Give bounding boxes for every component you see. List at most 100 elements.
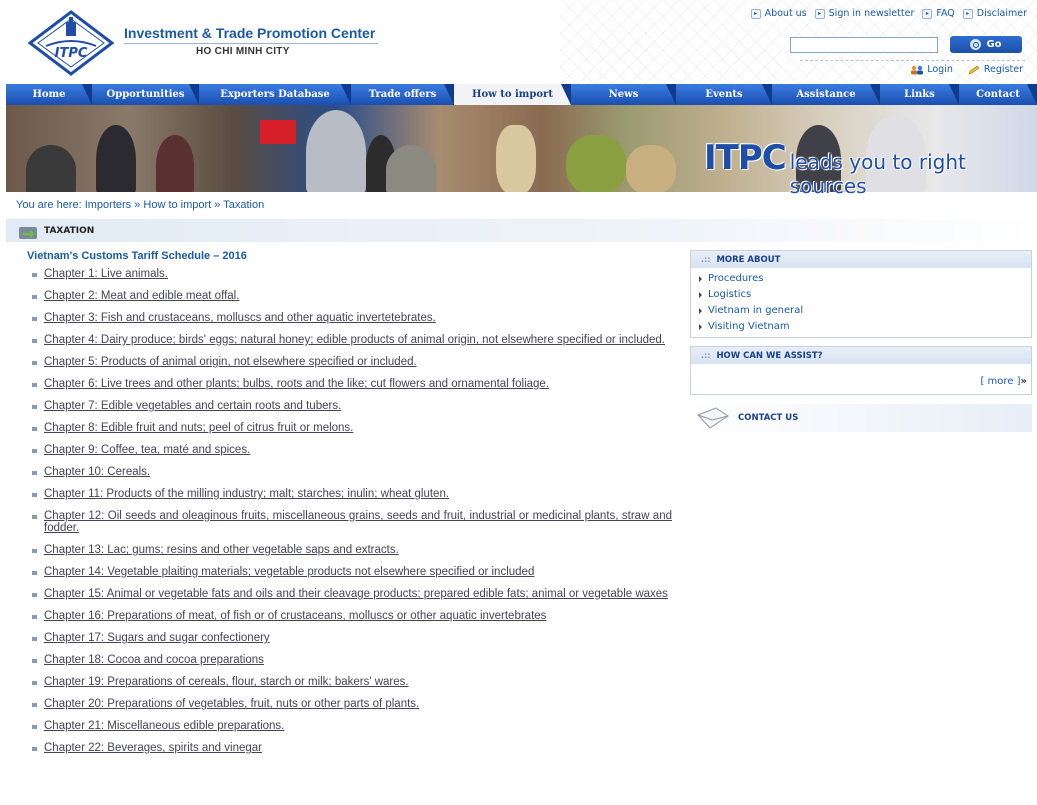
arrow-right-icon xyxy=(699,324,702,330)
search-input[interactable] xyxy=(790,37,938,53)
more-about-item-label: Vietnam in general xyxy=(708,305,804,316)
assist-title: HOW CAN WE ASSIST? xyxy=(716,350,823,361)
nav-item-how-to-import[interactable]: How to import xyxy=(454,84,571,105)
nav-item-home[interactable]: Home xyxy=(6,84,92,105)
register-link[interactable]: Register xyxy=(967,64,1023,75)
nav-item-news[interactable]: News xyxy=(571,84,676,105)
chapter-link[interactable]: Chapter 2: Meat and edible meat offal. xyxy=(44,290,672,302)
chapter-link[interactable]: Chapter 17: Sugars and sugar confectione… xyxy=(44,632,672,644)
more-about-item-logistics[interactable]: Logistics xyxy=(699,287,1031,303)
list-item: Chapter 7: Edible vegetables and certain… xyxy=(32,400,672,412)
chapter-link[interactable]: Chapter 7: Edible vegetables and certain… xyxy=(44,400,672,412)
banner-person xyxy=(306,110,366,192)
list-item: Chapter 8: Edible fruit and nuts; peel o… xyxy=(32,422,672,434)
list-item: Chapter 3: Fish and crustaceans, mollusc… xyxy=(32,312,672,324)
nav-item-contact[interactable]: Contact xyxy=(959,84,1037,105)
nav-item-exporters-database[interactable]: Exporters Database xyxy=(199,84,351,105)
list-item: Chapter 2: Meat and edible meat offal. xyxy=(32,290,672,302)
chapter-link[interactable]: Chapter 11: Products of the milling indu… xyxy=(44,488,672,500)
chapter-link[interactable]: Chapter 19: Preparations of cereals, flo… xyxy=(44,676,672,688)
contact-us-label: CONTACT US xyxy=(738,413,799,423)
list-item: Chapter 21: Miscellaneous edible prepara… xyxy=(32,720,672,732)
top-link-faq[interactable]: ▸ FAQ xyxy=(922,8,955,19)
chapter-link[interactable]: Chapter 15: Animal or vegetable fats and… xyxy=(44,588,672,600)
pencil-icon xyxy=(968,65,980,74)
banner-vase xyxy=(566,135,626,192)
list-item: Chapter 13: Lac; gums; resins and other … xyxy=(32,544,672,556)
chapter-link[interactable]: Chapter 3: Fish and crustaceans, mollusc… xyxy=(44,312,672,324)
more-about-item-label: Logistics xyxy=(708,289,752,300)
more-about-item-vietnam-in-general[interactable]: Vietnam in general xyxy=(699,303,1031,319)
top-link-about-us[interactable]: ▸ About us xyxy=(750,8,807,19)
banner-tagline: ITPC leads you to right sources xyxy=(704,138,1037,198)
nav-item-trade-offers[interactable]: Trade offers xyxy=(351,84,454,105)
list-item: Chapter 10: Cereals. xyxy=(32,466,672,478)
arrow-box-icon: ▸ xyxy=(814,8,825,19)
nav-item-links[interactable]: Links xyxy=(880,84,959,105)
banner-flag xyxy=(260,120,296,144)
chapter-list: Chapter 1: Live animals. Chapter 2: Meat … xyxy=(32,268,672,764)
nav-item-events[interactable]: Events xyxy=(676,84,772,105)
chapter-link[interactable]: Chapter 8: Edible fruit and nuts; peel o… xyxy=(44,422,672,434)
chapter-link[interactable]: Chapter 18: Cocoa and cocoa preparations xyxy=(44,654,672,666)
chapter-link[interactable]: Chapter 21: Miscellaneous edible prepara… xyxy=(44,720,672,732)
more-about-item-visiting-vietnam[interactable]: Visiting Vietnam xyxy=(699,319,1031,335)
more-link[interactable]: [ more ]» xyxy=(980,376,1027,387)
list-item: Chapter 19: Preparations of cereals, flo… xyxy=(32,676,672,688)
top-link-label: About us xyxy=(764,8,807,19)
top-link-label: Disclaimer xyxy=(976,8,1027,19)
chapter-link[interactable]: Chapter 12: Oil seeds and oleaginous fru… xyxy=(44,510,672,534)
banner-person xyxy=(96,125,136,192)
top-link-disclaimer[interactable]: ▸ Disclaimer xyxy=(962,8,1027,19)
chapter-link[interactable]: Chapter 20: Preparations of vegetables, … xyxy=(44,698,672,710)
chapter-link[interactable]: Chapter 5: Products of animal origin, no… xyxy=(44,356,672,368)
auth-links: Login Register xyxy=(910,64,1023,75)
chapter-link[interactable]: Chapter 9: Coffee, tea, maté and spices. xyxy=(44,444,672,456)
chapter-link[interactable]: Chapter 10: Cereals. xyxy=(44,466,672,478)
chapter-link[interactable]: Chapter 6: Live trees and other plants; … xyxy=(44,378,672,390)
double-chevron-icon: » xyxy=(1020,376,1027,387)
arrow-right-icon xyxy=(699,292,702,298)
breadcrumb[interactable]: You are here: Importers » How to import … xyxy=(16,199,264,211)
list-item: Chapter 16: Preparations of meat, of fis… xyxy=(32,610,672,622)
chapter-link[interactable]: Chapter 4: Dairy produce; birds' eggs; n… xyxy=(44,334,672,346)
itpc-logo[interactable]: ITPC xyxy=(28,10,114,76)
list-item: Chapter 4: Dairy produce; birds' eggs; n… xyxy=(32,334,672,346)
folder-arrow-icon xyxy=(19,226,37,239)
list-item: Chapter 5: Products of animal origin, no… xyxy=(32,356,672,368)
logo-text: ITPC xyxy=(55,46,88,61)
go-button[interactable]: Go xyxy=(950,36,1022,53)
more-about-list: Procedures Logistics Vietnam in general … xyxy=(691,268,1031,337)
envelope-icon xyxy=(697,407,729,429)
top-link-label: Sign in newsletter xyxy=(828,8,915,19)
login-link[interactable]: Login xyxy=(910,64,953,75)
more-about-item-procedures[interactable]: Procedures xyxy=(699,271,1031,287)
nav-item-assistance[interactable]: Assistance xyxy=(772,84,880,105)
banner-person xyxy=(156,135,194,192)
banner-person xyxy=(26,145,76,192)
chapter-link[interactable]: Chapter 13: Lac; gums; resins and other … xyxy=(44,544,672,556)
chapter-link[interactable]: Chapter 1: Live animals. xyxy=(44,268,672,280)
chapter-link[interactable]: Chapter 16: Preparations of meat, of fis… xyxy=(44,610,672,622)
section-header: TAXATION xyxy=(6,219,1037,242)
more-about-box: .:: MORE ABOUT Procedures Logistics Viet… xyxy=(690,250,1032,338)
contact-us-button[interactable]: CONTACT US xyxy=(690,404,1032,432)
list-item: Chapter 11: Products of the milling indu… xyxy=(32,488,672,500)
nav-item-opportunities[interactable]: Opportunities xyxy=(92,84,199,105)
chapter-link[interactable]: Chapter 14: Vegetable plaiting materials… xyxy=(44,566,672,578)
register-label: Register xyxy=(983,64,1023,75)
list-item: Chapter 6: Live trees and other plants; … xyxy=(32,378,672,390)
users-icon xyxy=(911,65,924,74)
list-item: Chapter 14: Vegetable plaiting materials… xyxy=(32,566,672,578)
site-header: ITPC Investment & Trade Promotion Center… xyxy=(0,0,1037,84)
list-item: Chapter 1: Live animals. xyxy=(32,268,672,280)
more-link-label: [ more ] xyxy=(980,376,1021,387)
more-about-item-label: Visiting Vietnam xyxy=(708,321,790,332)
header-divider xyxy=(800,60,1025,61)
list-item: Chapter 22: Beverages, spirits and vineg… xyxy=(32,742,672,754)
list-item: Chapter 20: Preparations of vegetables, … xyxy=(32,698,672,710)
top-link-newsletter[interactable]: ▸ Sign in newsletter xyxy=(814,8,915,19)
chapter-link[interactable]: Chapter 22: Beverages, spirits and vineg… xyxy=(44,742,672,754)
go-label: Go xyxy=(986,39,1002,50)
banner-person xyxy=(386,145,436,192)
